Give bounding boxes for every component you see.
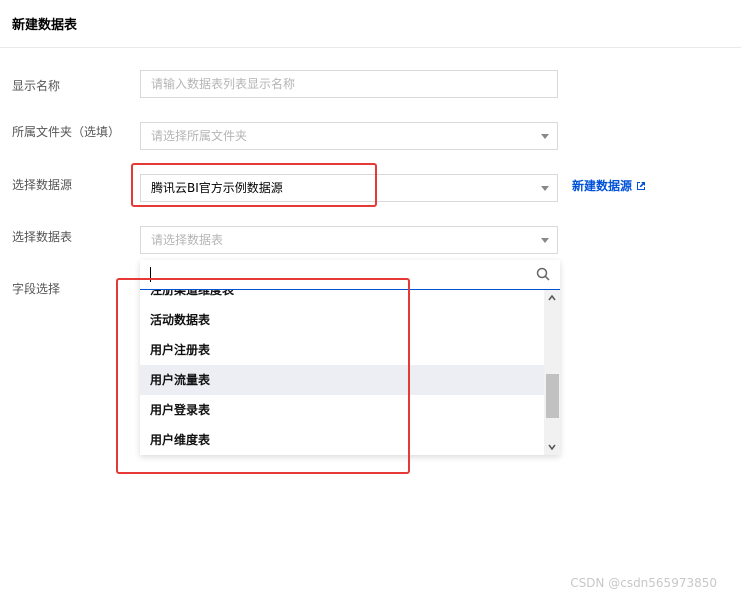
datasource-select[interactable]: 腾讯云BI官方示例数据源 [140, 174, 558, 202]
datatable-select[interactable]: 请选择数据表 [140, 226, 558, 254]
dropdown-list: 注册渠道维度表 活动数据表 用户注册表 用户流量表 用户登录表 用户维度表 [140, 290, 544, 455]
datatable-label: 选择数据表 [12, 230, 73, 244]
chevron-up-icon[interactable] [547, 293, 557, 303]
datasource-value: 腾讯云BI官方示例数据源 [151, 181, 283, 195]
list-item[interactable]: 活动数据表 [140, 305, 544, 335]
text-caret [150, 267, 151, 282]
list-item[interactable]: 用户登录表 [140, 395, 544, 425]
list-item[interactable]: 注册渠道维度表 [140, 290, 544, 305]
dropdown-scrollbar[interactable] [544, 290, 560, 455]
list-item[interactable]: 用户注册表 [140, 335, 544, 365]
datasource-label: 选择数据源 [12, 178, 73, 192]
display-name-placeholder: 请输入数据表列表显示名称 [151, 77, 296, 91]
search-icon[interactable] [536, 267, 550, 281]
watermark: CSDN @csdn565973850 [570, 576, 717, 590]
external-link-icon [637, 181, 646, 190]
chevron-down-icon[interactable] [547, 442, 557, 452]
new-datasource-link[interactable]: 新建数据源 [572, 177, 646, 194]
chevron-down-icon [541, 186, 549, 191]
fields-label: 字段选择 [12, 282, 61, 296]
header-divider [0, 47, 741, 48]
list-item[interactable]: 用户流量表 [140, 365, 544, 395]
list-item[interactable]: 用户维度表 [140, 425, 544, 455]
dropdown-search-input[interactable] [140, 260, 560, 290]
datatable-placeholder: 请选择数据表 [151, 233, 224, 247]
folder-label: 所属文件夹（选填） [12, 125, 121, 139]
datatable-dropdown: 注册渠道维度表 活动数据表 用户注册表 用户流量表 用户登录表 用户维度表 [140, 260, 560, 455]
page-title: 新建数据表 [12, 18, 78, 33]
chevron-down-icon [541, 134, 549, 139]
folder-select[interactable]: 请选择所属文件夹 [140, 122, 558, 150]
folder-placeholder: 请选择所属文件夹 [151, 129, 248, 143]
scrollbar-thumb[interactable] [546, 374, 559, 418]
new-datasource-label: 新建数据源 [572, 179, 633, 193]
chevron-down-icon [541, 238, 549, 243]
display-name-input[interactable]: 请输入数据表列表显示名称 [140, 70, 558, 98]
display-name-label: 显示名称 [12, 79, 61, 93]
